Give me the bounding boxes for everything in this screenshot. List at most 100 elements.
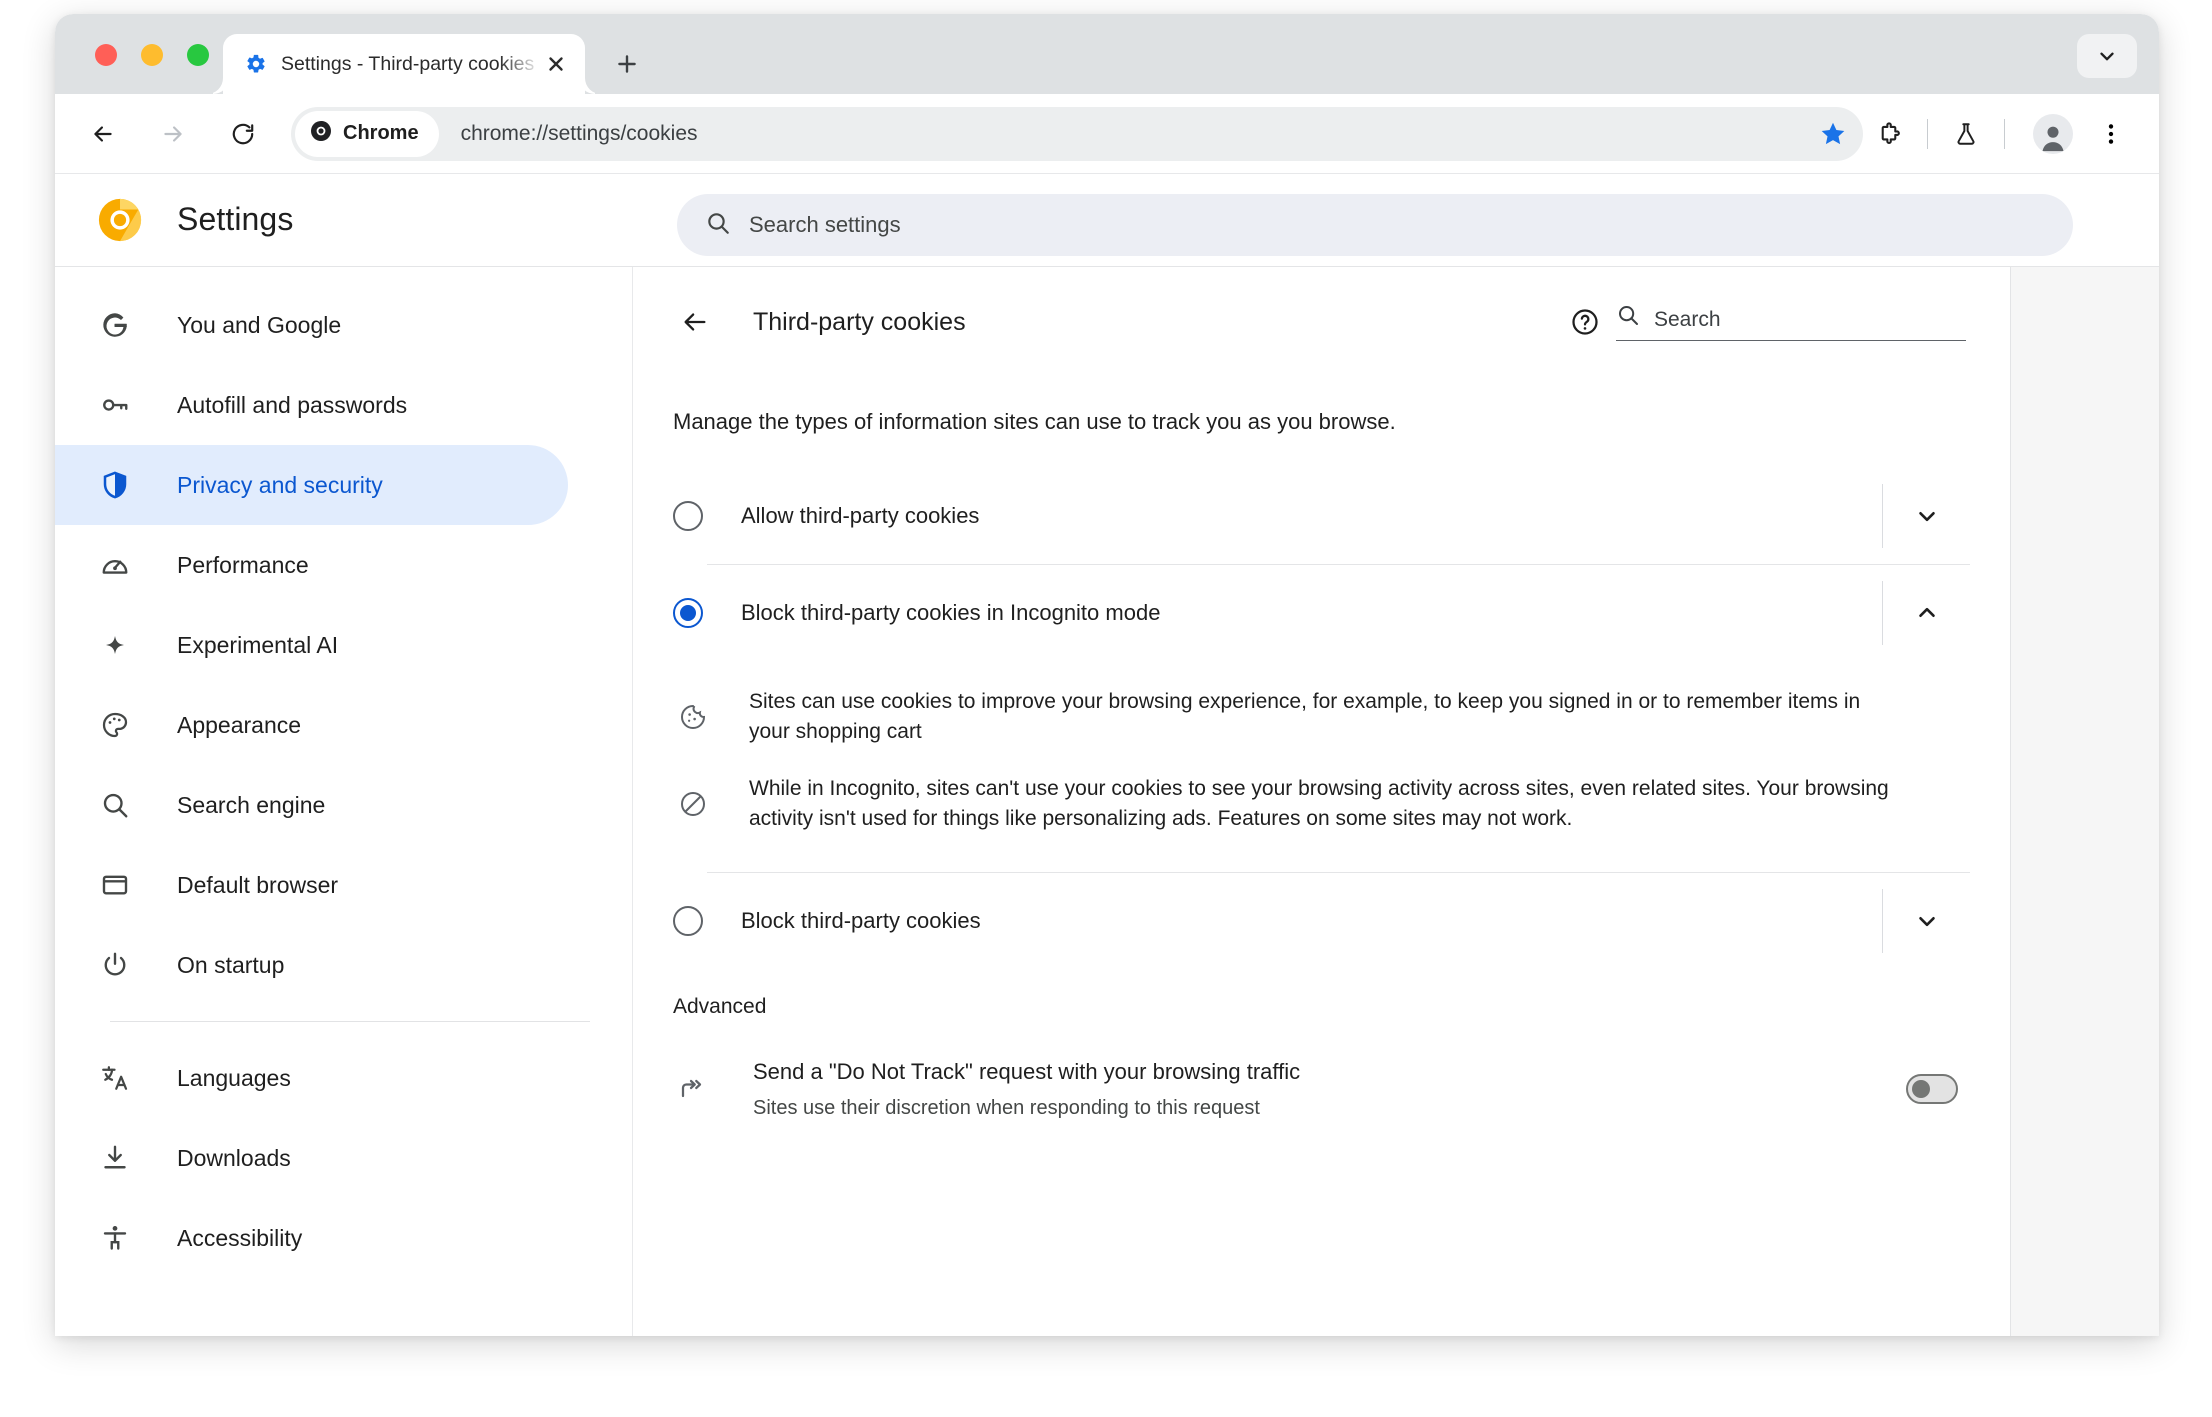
option-block-third-party-cookies-incognito[interactable]: Block third-party cookies in Incognito m…: [673, 565, 1970, 661]
sidebar-item-label: Languages: [177, 1064, 291, 1091]
sidebar-item-label: Default browser: [177, 871, 339, 898]
new-tab-button[interactable]: [607, 44, 647, 84]
address-bar[interactable]: Chrome chrome://settings/cookies: [291, 106, 1863, 161]
sidebar-item-label: Performance: [177, 551, 309, 578]
option-label: Block third-party cookies in Incognito m…: [741, 599, 1161, 625]
sidebar-item-privacy-and-security[interactable]: Privacy and security: [55, 445, 568, 525]
radio-button[interactable]: [673, 906, 703, 937]
sidebar-item-label: Search engine: [177, 791, 326, 818]
sidebar-item-you-and-google[interactable]: You and Google: [55, 285, 568, 365]
site-chip-label: Chrome: [343, 122, 419, 144]
toggle-knob: [1912, 1080, 1930, 1099]
browser-window: Settings - Third-party cookies Chrome ch…: [55, 14, 2159, 1336]
chevron-down-icon[interactable]: [1882, 889, 1970, 954]
star-filled-icon[interactable]: [1807, 108, 1859, 160]
settings-body: You and Google Autofill and passwords Pr…: [55, 266, 2159, 1336]
do-not-track-arrows-icon: [673, 1074, 713, 1104]
window-traffic-lights: [95, 44, 209, 66]
settings-main-area: Third-party cookies Search Manage the ty…: [633, 267, 2159, 1336]
search-icon: [1616, 303, 1640, 332]
flask-icon[interactable]: [1940, 108, 1992, 160]
radio-button[interactable]: [673, 500, 703, 531]
option-label: Block third-party cookies: [741, 908, 981, 934]
close-icon[interactable]: [541, 49, 571, 79]
translate-icon: [97, 1060, 133, 1096]
arrow-right-icon[interactable]: [147, 108, 199, 160]
chrome-canary-logo: [97, 197, 143, 243]
browser-window-icon: [97, 867, 133, 903]
search-icon: [705, 210, 731, 241]
sidebar-item-default-browser[interactable]: Default browser: [55, 845, 568, 925]
site-chip[interactable]: Chrome: [295, 110, 439, 157]
browser-tab-active[interactable]: Settings - Third-party cookies: [223, 34, 585, 94]
sidebar-item-on-startup[interactable]: On startup: [55, 925, 568, 1005]
setting-do-not-track[interactable]: Send a "Do Not Track" request with your …: [673, 1041, 1970, 1137]
sidebar-item-languages[interactable]: Languages: [55, 1038, 568, 1118]
content-header: Third-party cookies Search: [633, 267, 2010, 377]
sidebar-item-experimental-ai[interactable]: Experimental AI: [55, 605, 568, 685]
sidebar-item-accessibility[interactable]: Accessibility: [55, 1198, 568, 1278]
sidebar-item-appearance[interactable]: Appearance: [55, 685, 568, 765]
reload-icon[interactable]: [217, 108, 269, 160]
speedometer-icon: [97, 547, 133, 583]
sidebar-item-label: Appearance: [177, 711, 302, 738]
detail-text: While in Incognito, sites can't use your…: [749, 777, 1889, 831]
gear-icon: [245, 53, 267, 75]
maximize-window-button[interactable]: [187, 44, 209, 66]
download-icon: [97, 1140, 133, 1176]
option-allow-third-party-cookies[interactable]: Allow third-party cookies: [673, 468, 1970, 564]
search-settings-input[interactable]: Search settings: [677, 194, 2073, 256]
person-avatar-icon[interactable]: [2027, 108, 2079, 160]
search-settings-placeholder: Search settings: [749, 212, 901, 237]
shield-icon: [97, 467, 133, 503]
tab-search-button[interactable]: [2077, 34, 2137, 78]
palette-icon: [97, 707, 133, 743]
toolbar-divider: [1927, 118, 1928, 149]
sidebar-item-performance[interactable]: Performance: [55, 525, 568, 605]
key-icon: [97, 387, 133, 423]
option-block-third-party-cookies[interactable]: Block third-party cookies: [673, 873, 1970, 969]
sidebar-item-label: You and Google: [177, 311, 342, 338]
option-expanded-details: Sites can use cookies to improve your br…: [633, 661, 2010, 872]
settings-sidebar: You and Google Autofill and passwords Pr…: [55, 267, 633, 1336]
accessibility-icon: [97, 1220, 133, 1256]
detail-text: Sites can use cookies to improve your br…: [749, 689, 1861, 743]
content-search-input[interactable]: Search: [1616, 303, 1966, 341]
power-icon: [97, 947, 133, 983]
settings-content-card: Third-party cookies Search Manage the ty…: [633, 267, 2011, 1336]
chevron-up-icon[interactable]: [1882, 580, 1970, 645]
page-title: Settings: [177, 201, 294, 237]
chrome-shield-icon: [309, 119, 333, 148]
close-window-button[interactable]: [95, 44, 117, 66]
puzzle-piece-icon[interactable]: [1863, 108, 1915, 160]
sidebar-item-label: Experimental AI: [177, 631, 339, 658]
option-label: Allow third-party cookies: [741, 502, 980, 528]
sidebar-item-autofill-and-passwords[interactable]: Autofill and passwords: [55, 365, 568, 445]
avatar: [2033, 113, 2073, 154]
sidebar-item-label: Downloads: [177, 1144, 291, 1171]
detail-incognito-block: While in Incognito, sites can't use your…: [673, 760, 1970, 848]
setting-texts: Send a "Do Not Track" request with your …: [753, 1059, 1906, 1120]
three-dot-menu-icon[interactable]: [2085, 108, 2137, 160]
block-circle-slash-icon: [673, 789, 713, 819]
sidebar-divider: [110, 1021, 590, 1022]
tab-title: Settings - Third-party cookies: [281, 52, 535, 75]
intro-text: Manage the types of information sites ca…: [673, 409, 1396, 434]
cookie-icon: [673, 702, 713, 732]
tab-strip: Settings - Third-party cookies: [55, 14, 2159, 94]
help-circle-icon[interactable]: [1564, 301, 1606, 343]
setting-secondary-label: Sites use their discretion when respondi…: [753, 1096, 1260, 1119]
arrow-left-icon[interactable]: [77, 108, 129, 160]
arrow-left-icon[interactable]: [673, 300, 717, 344]
do-not-track-toggle[interactable]: [1906, 1074, 1958, 1105]
browser-toolbar: Chrome chrome://settings/cookies: [55, 94, 2159, 174]
radio-button[interactable]: [673, 597, 703, 628]
sidebar-item-label: On startup: [177, 951, 285, 978]
url-text[interactable]: chrome://settings/cookies: [439, 122, 1807, 146]
sidebar-item-downloads[interactable]: Downloads: [55, 1118, 568, 1198]
advanced-section-title: Advanced: [673, 995, 767, 1019]
minimize-window-button[interactable]: [141, 44, 163, 66]
sidebar-item-label: Autofill and passwords: [177, 391, 408, 418]
chevron-down-icon[interactable]: [1882, 483, 1970, 548]
sidebar-item-search-engine[interactable]: Search engine: [55, 765, 568, 845]
